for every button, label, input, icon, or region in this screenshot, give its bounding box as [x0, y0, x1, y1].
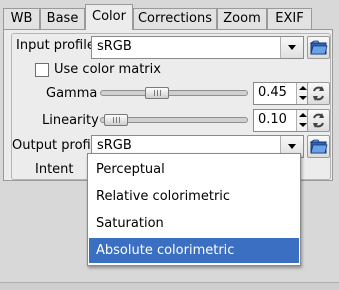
output-profile-value: sRGB	[97, 138, 132, 153]
tab-exif[interactable]: EXIF	[267, 8, 312, 30]
intent-option-label: Absolute colorimetric	[96, 243, 235, 258]
linearity-reset-button[interactable]	[307, 109, 330, 132]
reset-icon	[313, 113, 324, 128]
linearity-spinbox[interactable]: 0.10	[253, 109, 309, 132]
tab-color[interactable]: Color	[85, 4, 133, 30]
intent-option-label: Perceptual	[96, 162, 165, 177]
output-profile-open-button[interactable]	[307, 135, 330, 158]
chevron-down-icon	[288, 45, 296, 50]
tab-zoom[interactable]: Zoom	[217, 8, 267, 30]
intent-option-label: Saturation	[96, 216, 164, 231]
gamma-reset-button[interactable]	[307, 82, 330, 105]
tab-label: Color	[92, 9, 126, 24]
intent-option-absolute-colorimetric[interactable]: Absolute colorimetric	[89, 238, 299, 263]
folder-open-icon	[309, 40, 328, 55]
arrow-up-icon[interactable]	[299, 86, 307, 90]
chevron-down-icon	[288, 144, 296, 149]
linearity-label: Linearity	[42, 113, 99, 128]
intent-option-perceptual[interactable]: Perceptual	[89, 157, 299, 182]
folder-open-icon	[309, 139, 328, 154]
gamma-spinbox[interactable]: 0.45	[253, 82, 309, 105]
input-profile-value: sRGB	[97, 39, 132, 54]
intent-option-label: Relative colorimetric	[96, 189, 231, 204]
output-profile-label: Output profile	[12, 138, 103, 153]
gamma-slider[interactable]	[100, 87, 248, 99]
gamma-label: Gamma	[46, 86, 98, 101]
gamma-value: 0.45	[258, 85, 287, 100]
tab-label: EXIF	[275, 11, 304, 26]
use-color-matrix-label: Use color matrix	[54, 62, 161, 77]
linearity-value: 0.10	[258, 112, 287, 127]
linearity-slider-thumb[interactable]	[104, 114, 128, 126]
input-profile-combo[interactable]: sRGB	[91, 36, 304, 59]
gamma-slider-thumb[interactable]	[145, 87, 169, 99]
intent-label: Intent	[35, 162, 74, 177]
arrow-down-icon[interactable]	[299, 123, 307, 127]
arrow-up-icon[interactable]	[299, 113, 307, 117]
tab-base[interactable]: Base	[40, 8, 85, 30]
arrow-down-icon[interactable]	[299, 96, 307, 100]
linearity-slider[interactable]	[100, 114, 248, 126]
input-profile-open-button[interactable]	[307, 36, 330, 59]
use-color-matrix-checkbox[interactable]	[35, 63, 49, 77]
intent-option-saturation[interactable]: Saturation	[89, 211, 299, 236]
tab-label: Base	[46, 11, 79, 26]
input-profile-label: Input profile	[16, 38, 95, 53]
tab-label: WB	[10, 11, 33, 26]
intent-dropdown-list: Perceptual Relative colorimetric Saturat…	[87, 153, 301, 266]
input-profile-dropdown-button[interactable]	[280, 37, 303, 58]
tab-corrections[interactable]: Corrections	[133, 8, 217, 30]
tab-wb[interactable]: WB	[3, 8, 40, 30]
reset-icon	[313, 86, 324, 101]
tab-label: Zoom	[223, 11, 261, 26]
intent-option-relative-colorimetric[interactable]: Relative colorimetric	[89, 184, 299, 209]
tab-label: Corrections	[137, 11, 213, 26]
status-bar	[0, 282, 339, 290]
